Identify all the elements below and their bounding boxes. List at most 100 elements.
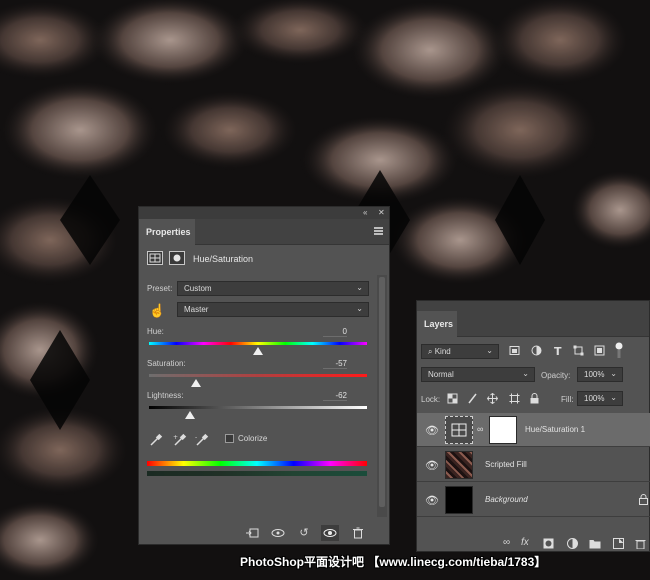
kind-filter-dropdown[interactable]: ⌕ Kind ⌄ — [421, 344, 499, 359]
collapse-icon[interactable]: « — [363, 207, 367, 219]
eyedropper-icon[interactable] — [149, 433, 163, 447]
lock-artboard-icon[interactable] — [509, 393, 520, 404]
adjustment-icon[interactable] — [147, 251, 163, 265]
reset-icon[interactable]: ↺ — [297, 527, 311, 539]
hand-icon[interactable]: ☝ — [149, 303, 165, 319]
blend-mode-dropdown[interactable]: Normal ⌄ — [421, 367, 535, 382]
filter-pixel-icon[interactable] — [509, 345, 520, 356]
delete-layer-icon[interactable] — [635, 538, 646, 549]
background-thumbnail[interactable] — [445, 486, 473, 514]
filter-shape-icon[interactable] — [573, 345, 584, 356]
colorize-label: Colorize — [238, 434, 268, 443]
new-adjustment-icon[interactable] — [567, 538, 578, 549]
layer-name[interactable]: Scripted Fill — [485, 460, 527, 469]
lock-image-icon[interactable] — [467, 393, 478, 404]
opacity-label: Opacity: — [541, 371, 571, 380]
saturation-value[interactable]: -57 — [323, 359, 347, 369]
layer-row[interactable]: 👁 ∞ Hue/Saturation 1 — [417, 413, 650, 447]
visibility-icon[interactable] — [321, 525, 339, 541]
preset-label: Preset: — [147, 284, 173, 293]
lightness-value[interactable]: -62 — [323, 391, 347, 401]
filter-type-icon[interactable]: T — [553, 345, 564, 356]
eyedropper-plus-icon[interactable]: + — [173, 433, 187, 447]
lock-icon — [639, 494, 648, 505]
preset-dropdown[interactable]: Custom ⌄ — [177, 281, 369, 296]
chevron-down-icon: ⌄ — [356, 283, 363, 292]
lock-position-icon[interactable] — [487, 393, 498, 404]
properties-footer: ↺ — [139, 522, 389, 544]
layer-row[interactable]: 👁 Background — [417, 483, 650, 517]
scripted-fill-thumbnail[interactable] — [445, 451, 473, 479]
search-icon: ⌕ — [428, 347, 435, 356]
chevron-down-icon: ⌄ — [610, 369, 617, 378]
adjustment-title: Hue/Saturation — [193, 254, 254, 264]
blend-mode-value: Normal — [428, 370, 454, 379]
lock-label: Lock: — [421, 395, 441, 404]
new-group-icon[interactable] — [589, 538, 601, 549]
saturation-slider-thumb[interactable] — [190, 379, 201, 387]
add-mask-icon[interactable] — [543, 538, 554, 549]
chevron-down-icon: ⌄ — [610, 393, 617, 402]
lightness-slider-thumb[interactable] — [185, 411, 196, 419]
layers-footer: ∞ fx — [417, 535, 650, 553]
panel-titlebar: « ✕ — [139, 207, 389, 219]
fill-value: 100% — [584, 394, 605, 403]
scrollbar-handle[interactable] — [379, 277, 385, 507]
layer-mask-thumbnail[interactable] — [489, 416, 517, 444]
filter-toggle-icon[interactable] — [615, 342, 623, 358]
svg-text:T: T — [554, 345, 562, 356]
new-layer-icon[interactable] — [613, 538, 624, 549]
panel-tab-row: Properties — [139, 219, 389, 245]
lock-transparent-icon[interactable] — [447, 393, 458, 404]
clip-to-layer-icon[interactable] — [245, 527, 259, 539]
fx-icon[interactable]: fx — [521, 537, 529, 548]
hue-label: Hue: — [147, 327, 164, 336]
mask-icon[interactable] — [169, 251, 185, 265]
layers-panel: Layers ⌕ Kind ⌄ T Normal ⌄ Opacity: 100%… — [416, 300, 650, 552]
chevron-down-icon: ⌄ — [356, 304, 363, 313]
chevron-down-icon: ⌄ — [522, 369, 529, 378]
filter-smart-object-icon[interactable] — [594, 345, 605, 356]
chain-link-icon[interactable]: ∞ — [477, 424, 483, 434]
adjustment-layer-thumbnail[interactable] — [445, 416, 473, 444]
output-color-bar — [147, 471, 367, 476]
layer-name[interactable]: Background — [485, 495, 528, 504]
delete-icon[interactable] — [351, 527, 365, 539]
hue-slider-track[interactable] — [149, 342, 367, 345]
panel-scrollbar[interactable] — [377, 275, 387, 517]
tab-properties[interactable]: Properties — [139, 219, 195, 245]
layer-name[interactable]: Hue/Saturation 1 — [525, 425, 585, 434]
kind-label: Kind — [434, 347, 451, 356]
adjustment-header: Hue/Saturation — [139, 245, 389, 273]
panel-menu-icon[interactable] — [374, 227, 383, 235]
opacity-field[interactable]: 100% ⌄ — [577, 367, 623, 382]
input-color-bar — [147, 461, 367, 466]
filter-adjustment-icon[interactable] — [531, 345, 542, 356]
preset-value: Custom — [184, 284, 212, 293]
view-previous-icon[interactable] — [271, 527, 285, 539]
link-icon[interactable]: ∞ — [503, 537, 510, 548]
hue-value[interactable]: 0 — [323, 327, 347, 337]
eyedropper-minus-icon[interactable]: - — [195, 433, 209, 447]
fill-label: Fill: — [561, 395, 574, 404]
saturation-slider-track[interactable] — [149, 374, 367, 377]
layer-row[interactable]: 👁 Scripted Fill — [417, 448, 650, 482]
channel-dropdown[interactable]: Master ⌄ — [177, 302, 369, 317]
visibility-eye-icon[interactable]: 👁 — [425, 494, 439, 507]
colorize-checkbox[interactable] — [225, 434, 234, 443]
hue-slider-thumb[interactable] — [253, 347, 263, 355]
visibility-eye-icon[interactable]: 👁 — [425, 459, 439, 472]
opacity-value: 100% — [584, 370, 605, 379]
properties-panel: « ✕ Properties Hue/Saturation Preset: Cu… — [138, 206, 390, 545]
tab-layers[interactable]: Layers — [417, 311, 457, 337]
visibility-eye-icon[interactable]: 👁 — [425, 424, 439, 437]
chevron-down-icon: ⌄ — [486, 346, 493, 355]
lightness-slider-track[interactable] — [149, 406, 367, 409]
close-icon[interactable]: ✕ — [378, 207, 385, 219]
panel-tab-row: Layers — [417, 301, 649, 337]
fill-field[interactable]: 100% ⌄ — [577, 391, 623, 406]
saturation-label: Saturation: — [147, 359, 186, 368]
channel-value: Master — [184, 305, 209, 314]
lock-all-icon[interactable] — [529, 393, 540, 404]
svg-text:-: - — [195, 434, 197, 441]
